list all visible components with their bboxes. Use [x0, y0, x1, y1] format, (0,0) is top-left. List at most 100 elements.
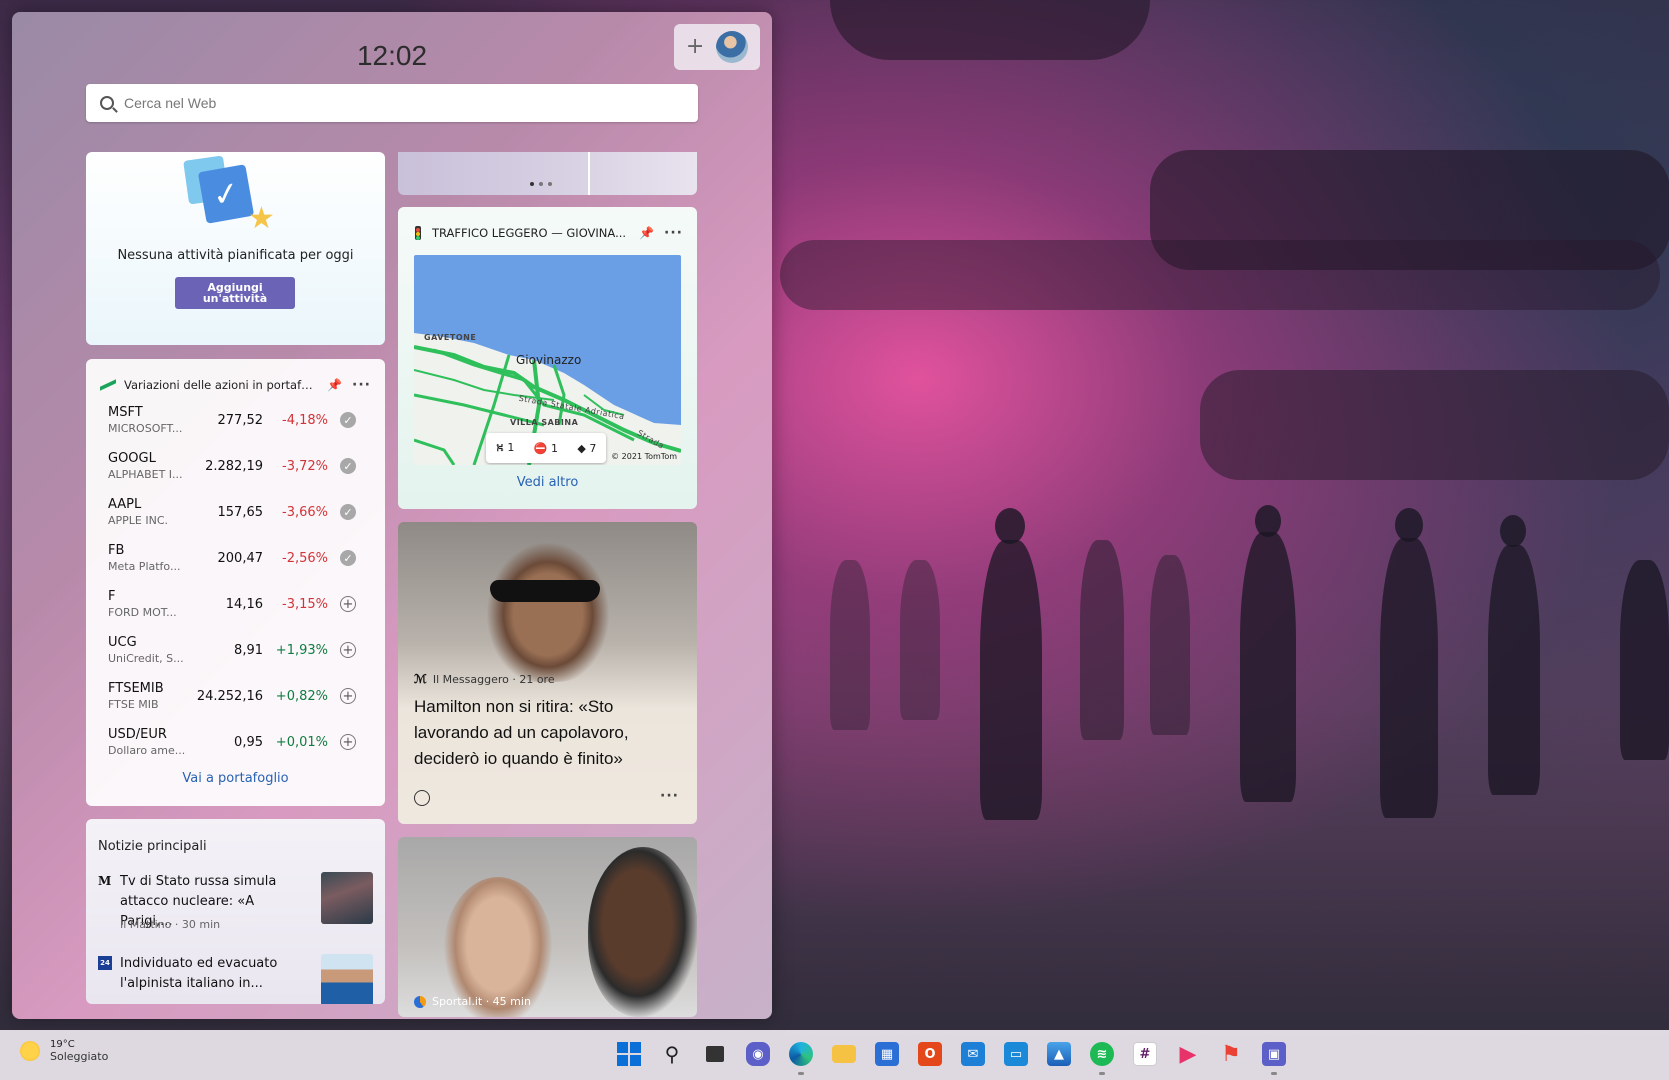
search-icon	[100, 96, 114, 110]
photos-icon: ▲	[1047, 1042, 1071, 1066]
check-icon[interactable]: ✓	[340, 550, 356, 566]
stock-change: +0,82%	[275, 688, 328, 704]
add-circle-icon[interactable]: +	[340, 734, 356, 750]
maps-button[interactable]: ⚑	[1216, 1037, 1246, 1071]
slack-button[interactable]: #	[1130, 1037, 1160, 1071]
stock-price: 24.252,16	[196, 688, 263, 704]
traffic-header: TRAFFICO LEGGERO — GIOVINA... 📌 ···	[412, 225, 683, 241]
task-view-button[interactable]	[700, 1037, 730, 1071]
photo-slideshow[interactable]	[398, 152, 697, 195]
widgets-icon: ▣	[1262, 1042, 1286, 1066]
folder-icon	[832, 1045, 856, 1063]
closure-count: 1	[507, 440, 515, 454]
stock-row[interactable]: F FORD MOT... 14,16 -3,15% +	[108, 581, 363, 627]
stocks-widget: Variazioni delle azioni in portafog... 📌…	[86, 359, 385, 806]
stock-price: 8,91	[234, 642, 263, 658]
start-button[interactable]	[614, 1037, 644, 1071]
mail-icon: ✉	[961, 1042, 985, 1066]
spotify-button[interactable]: ≋	[1087, 1037, 1117, 1075]
traffic-map[interactable]: GAVETONE Giovinazzo Strada Statale Adria…	[414, 255, 681, 465]
stock-symbol: GOOGL	[108, 451, 156, 466]
media-player-button[interactable]: ▶	[1173, 1037, 1203, 1071]
search-button[interactable]: ⚲	[657, 1037, 687, 1071]
see-more-link[interactable]: Vedi altro	[398, 475, 697, 490]
chat-icon: ◉	[746, 1042, 770, 1066]
news-thumbnail[interactable]	[321, 954, 373, 1004]
stock-row[interactable]: AAPL APPLE INC. 157,65 -3,66% ✓	[108, 489, 363, 535]
stock-change: +0,01%	[275, 734, 328, 750]
avatar[interactable]	[716, 31, 749, 63]
widgets-button[interactable]: ▣	[1259, 1037, 1289, 1075]
stock-name: FORD MOT...	[108, 606, 177, 619]
stocks-header: Variazioni delle azioni in portafog... 📌…	[100, 377, 371, 393]
news-article-card[interactable]: ℳ Il Messaggero · 21 ore Hamilton non si…	[398, 522, 697, 824]
add-task-button[interactable]: Aggiungi un'attività	[175, 277, 295, 309]
stock-row[interactable]: FB Meta Platfo... 200,47 -2,56% ✓	[108, 535, 363, 581]
sun-icon	[20, 1041, 40, 1061]
incident-summary[interactable]: ⛕ 1 ⛔ 1 ◆ 7	[486, 433, 606, 463]
slide-dots[interactable]	[530, 182, 552, 186]
list-item[interactable]: M Tv di Stato russa simula attacco nucle…	[98, 872, 373, 942]
slide-divider	[588, 152, 590, 195]
search-icon: ⚲	[664, 1042, 680, 1066]
reaction-icon[interactable]	[414, 790, 430, 806]
stocks-title[interactable]: Variazioni delle azioni in portafog...	[124, 378, 317, 392]
stock-name: APPLE INC.	[108, 514, 169, 527]
blocked-count: 1	[550, 441, 558, 455]
office-button[interactable]: O	[915, 1037, 945, 1071]
check-icon[interactable]: ✓	[340, 412, 356, 428]
stock-row[interactable]: GOOGL ALPHABET I... 2.282,19 -3,72% ✓	[108, 443, 363, 489]
teams-chat-button[interactable]: ◉	[743, 1037, 773, 1071]
edge-button[interactable]	[786, 1037, 816, 1075]
stock-row[interactable]: UCG UniCredit, S... 8,91 +1,93% +	[108, 627, 363, 673]
list-item[interactable]: 24 Individuato ed evacuato l'alpinista i…	[98, 954, 373, 1004]
spotify-icon: ≋	[1090, 1042, 1114, 1066]
check-icon[interactable]: ✓	[340, 458, 356, 474]
article-image	[588, 847, 697, 1017]
news-article-card[interactable]: Sportal.it · 45 min	[398, 837, 697, 1017]
stock-change: +1,93%	[275, 642, 328, 658]
add-circle-icon[interactable]: +	[340, 642, 356, 658]
stock-price: 277,52	[217, 412, 264, 428]
tasks-illustration-icon: ✓ ★	[183, 155, 275, 234]
article-title[interactable]: Hamilton non si ritira: «Sto lavorando a…	[414, 694, 664, 772]
map-label: GAVETONE	[424, 333, 477, 342]
check-icon[interactable]: ✓	[340, 504, 356, 520]
add-circle-icon[interactable]: +	[340, 596, 356, 612]
article-image	[478, 532, 618, 682]
stock-name: FTSE MIB	[108, 698, 159, 711]
store-button[interactable]: ▦	[872, 1037, 902, 1071]
more-options-icon[interactable]: ···	[660, 788, 679, 804]
add-widget-icon[interactable]: +	[686, 36, 704, 58]
search-input[interactable]	[124, 95, 684, 111]
news-thumbnail[interactable]	[321, 872, 373, 924]
portfolio-link[interactable]: Vai a portafoglio	[86, 771, 385, 786]
stock-row[interactable]: USD/EUR Dollaro ame... 0,95 +0,01% +	[108, 719, 363, 765]
mail-button[interactable]: ✉	[958, 1037, 988, 1071]
store-icon: ▦	[875, 1042, 899, 1066]
pin-icon[interactable]: 📌	[639, 226, 654, 240]
stock-row[interactable]: MSFT MICROSOFT... 277,52 -4,18% ✓	[108, 397, 363, 443]
map-label: VILLA SABINA	[510, 418, 579, 427]
stock-price: 14,16	[225, 596, 263, 612]
more-options-icon[interactable]: ···	[352, 377, 371, 393]
traffic-widget: TRAFFICO LEGGERO — GIOVINA... 📌 ··· GAVE…	[398, 207, 697, 509]
remote-desktop-button[interactable]: ▭	[1001, 1037, 1031, 1071]
map-label: Giovinazzo	[516, 353, 582, 367]
add-circle-icon[interactable]: +	[340, 688, 356, 704]
traffic-title[interactable]: TRAFFICO LEGGERO — GIOVINA...	[432, 226, 629, 240]
search-box[interactable]	[86, 84, 698, 122]
weather-widget[interactable]: 19°C Soleggiato	[20, 1039, 108, 1063]
news-headline[interactable]: Individuato ed evacuato l'alpinista ital…	[120, 954, 310, 994]
stock-change: -3,72%	[282, 458, 328, 474]
article-source-text: Il Messaggero · 21 ore	[432, 672, 555, 686]
file-explorer-button[interactable]	[829, 1037, 859, 1071]
photos-button[interactable]: ▲	[1044, 1037, 1074, 1071]
stock-symbol: USD/EUR	[108, 727, 167, 742]
stock-name: UniCredit, S...	[108, 652, 184, 665]
stock-symbol: F	[108, 589, 116, 604]
pin-icon[interactable]: 📌	[327, 378, 342, 392]
weather-temperature: 19°C	[50, 1039, 75, 1050]
more-options-icon[interactable]: ···	[664, 225, 683, 241]
stock-row[interactable]: FTSEMIB FTSE MIB 24.252,16 +0,82% +	[108, 673, 363, 719]
